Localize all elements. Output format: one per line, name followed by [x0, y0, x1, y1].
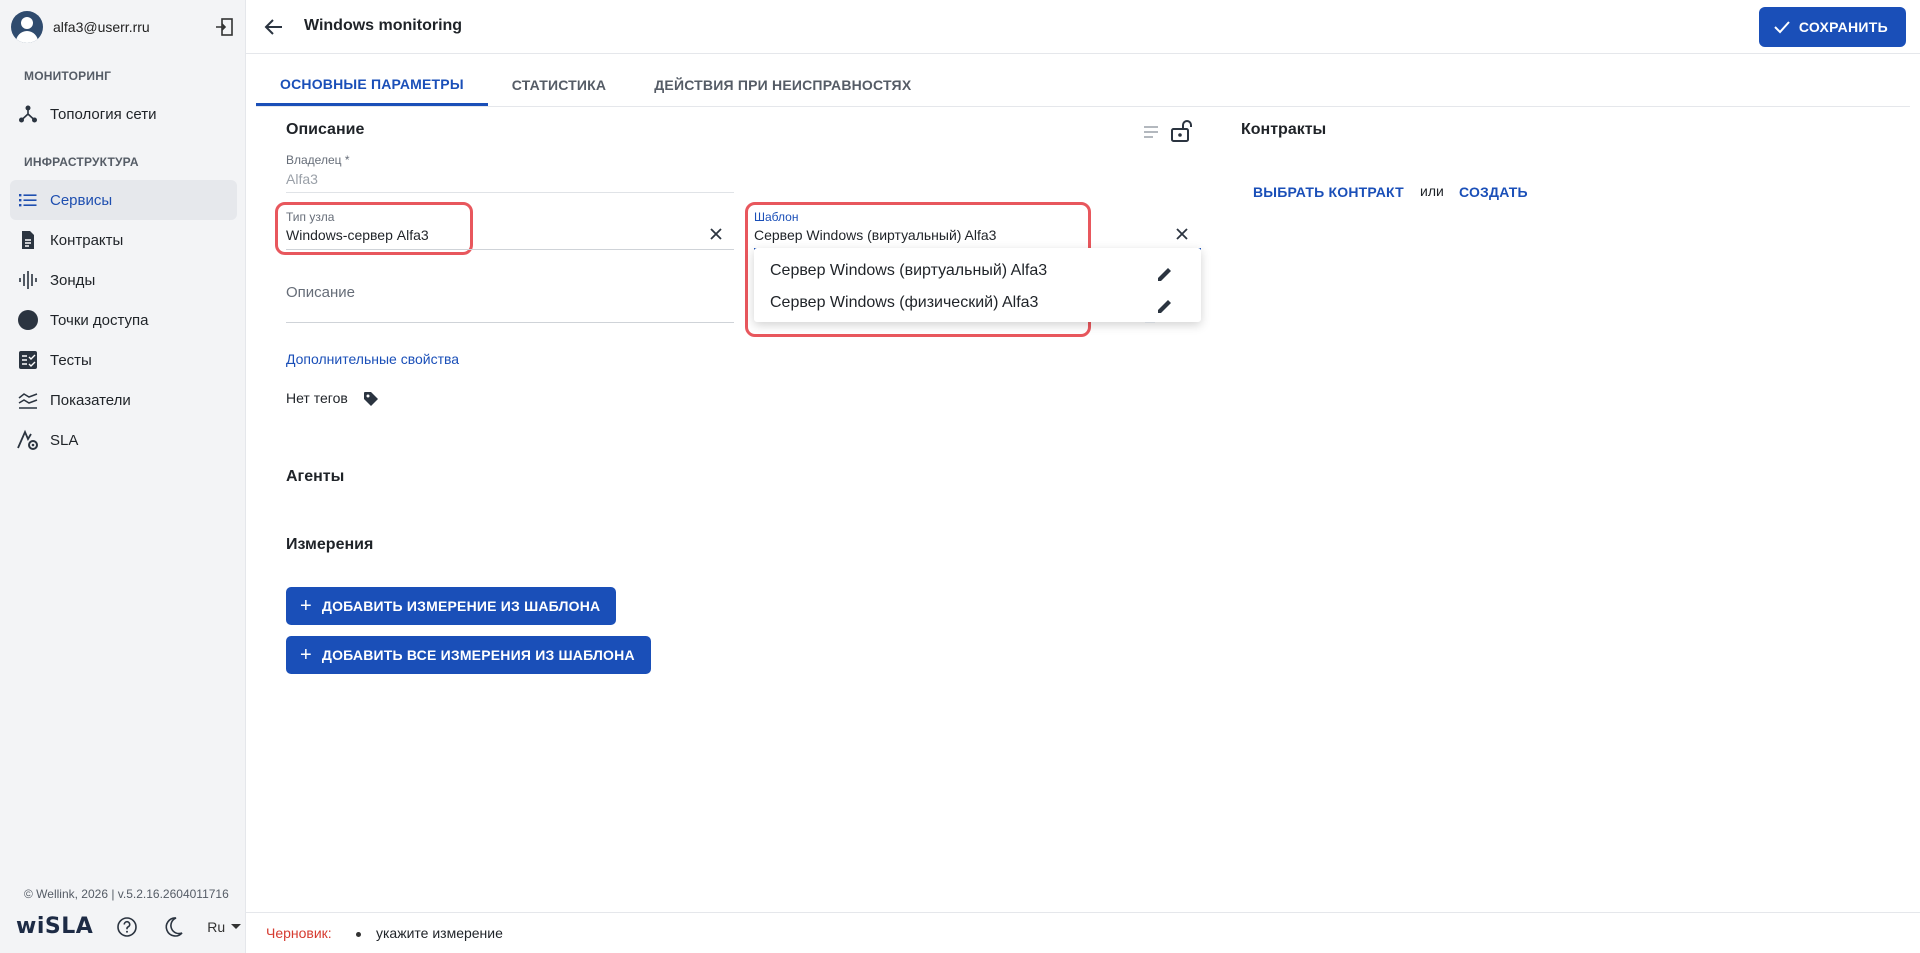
measurements-section-title: Измерения [286, 536, 374, 553]
owner-underline [286, 192, 734, 193]
tab-main-params[interactable]: ОСНОВНЫЕ ПАРАМЕТРЫ [256, 64, 488, 106]
copyright: © Wellink, 2026 | v.5.2.16.2604011716 [24, 887, 229, 901]
sidebar-item-label: Контракты [50, 231, 124, 249]
avatar[interactable] [11, 11, 43, 43]
edit-pencil-icon[interactable] [1153, 294, 1177, 318]
node-type-clear-icon[interactable] [706, 224, 726, 244]
add-all-measurements-label: ДОБАВИТЬ ВСЕ ИЗМЕРЕНИЯ ИЗ ШАБЛОНА [321, 647, 635, 663]
sidebar-item-label: Зонды [50, 271, 96, 289]
description-input[interactable]: Описание [286, 284, 355, 301]
plus-icon: + [300, 644, 312, 666]
sidebar-item-label: Тесты [50, 351, 92, 369]
logout-icon[interactable] [212, 15, 236, 39]
node-type-label: Тип узла [286, 210, 335, 224]
edit-pencil-icon[interactable] [1153, 262, 1177, 286]
owner-label: Владелец * [286, 153, 350, 167]
template-input[interactable]: Сервер Windows (виртуальный) Alfa3 [754, 227, 996, 243]
template-dropdown: Сервер Windows (виртуальный) Alfa3 Серве… [754, 248, 1201, 322]
section-title-monitoring: МОНИТОРИНГ [24, 69, 112, 83]
add-all-measurements-button[interactable]: + ДОБАВИТЬ ВСЕ ИЗМЕРЕНИЯ ИЗ ШАБЛОНА [286, 636, 651, 674]
sidebar-item-label: Топология сети [50, 105, 157, 123]
tabs: ОСНОВНЫЕ ПАРАМЕТРЫ СТАТИСТИКА ДЕЙСТВИЯ П… [256, 64, 935, 106]
sla-icon [16, 428, 40, 452]
sidebar: alfa3@userr.rru МОНИТОРИНГ Топология сет… [0, 0, 246, 953]
owner-value: Alfa3 [286, 171, 318, 187]
unlock-icon[interactable] [1168, 118, 1194, 144]
add-measurement-button[interactable]: + ДОБАВИТЬ ИЗМЕРЕНИЕ ИЗ ШАБЛОНА [286, 587, 617, 625]
description-section-title: Описание [286, 121, 365, 138]
sidebar-item-metrics[interactable]: Показатели [10, 380, 237, 420]
list-icon [16, 188, 40, 212]
sidebar-item-tests[interactable]: Тесты [10, 340, 237, 380]
probe-icon [16, 268, 40, 292]
topology-icon [16, 102, 40, 126]
language-value: Ru [207, 918, 226, 935]
save-label: СОХРАНИТЬ [1798, 19, 1888, 35]
contracts-section-title: Контракты [1241, 121, 1327, 138]
caret-down-icon [231, 924, 242, 929]
user-email: alfa3@userr.rru [53, 19, 150, 35]
moon-icon[interactable] [161, 915, 185, 939]
checklist-icon [16, 348, 40, 372]
no-tags-label: Нет тегов [286, 390, 348, 406]
extra-properties-link[interactable]: Дополнительные свойства [286, 351, 459, 367]
circle-icon [16, 308, 40, 332]
save-button[interactable]: СОХРАНИТЬ [1758, 7, 1906, 47]
plus-icon: + [300, 595, 312, 617]
sidebar-item-label: SLA [50, 431, 79, 449]
section-title-infrastructure: ИНФРАСТРУКТУРА [24, 155, 139, 169]
tabs-divider [256, 106, 1910, 107]
language-select[interactable]: Ru [207, 918, 242, 935]
tab-fault-actions[interactable]: ДЕЙСТВИЯ ПРИ НЕИСПРАВНОСТЯХ [630, 64, 935, 106]
template-option-physical[interactable]: Сервер Windows (физический) Alfa3 [770, 294, 1038, 312]
template-option-virtual[interactable]: Сервер Windows (виртуальный) Alfa3 [770, 262, 1047, 280]
description-underline [286, 322, 734, 323]
add-measurement-label: ДОБАВИТЬ ИЗМЕРЕНИЕ ИЗ ШАБЛОНА [321, 598, 601, 614]
sidebar-item-sla[interactable]: SLA [10, 420, 237, 460]
sidebar-item-probes[interactable]: Зонды [10, 260, 237, 300]
lines-icon[interactable] [1140, 121, 1162, 143]
description-underline-right [1145, 322, 1155, 323]
node-type-underline [286, 249, 734, 250]
sidebar-item-topology[interactable]: Топология сети [10, 94, 237, 134]
sidebar-item-services[interactable]: Сервисы [10, 180, 237, 220]
draft-label: Черновик: [266, 925, 332, 941]
help-icon[interactable] [115, 915, 139, 939]
node-type-input[interactable]: Windows-сервер Alfa3 [286, 227, 429, 243]
back-arrow-icon[interactable] [262, 15, 286, 39]
agents-section-title: Агенты [286, 468, 345, 485]
choose-contract-link[interactable]: ВЫБРАТЬ КОНТРАКТ [1253, 184, 1404, 200]
bottom-tools: wiSLA Ru [16, 914, 242, 939]
template-label: Шаблон [754, 210, 799, 224]
document-icon [16, 228, 40, 252]
page-title: Windows monitoring [304, 17, 463, 34]
create-contract-link[interactable]: СОЗДАТЬ [1459, 184, 1528, 200]
bullet-icon [356, 932, 361, 937]
sidebar-item-label: Показатели [50, 391, 131, 409]
sidebar-item-label: Сервисы [50, 191, 113, 209]
tag-icon[interactable] [363, 391, 381, 409]
sidebar-item-label: Точки доступа [50, 311, 149, 329]
draft-message: укажите измерение [376, 925, 503, 941]
tab-statistics[interactable]: СТАТИСТИКА [488, 64, 631, 106]
check-icon [1773, 18, 1791, 36]
header: Windows monitoring СОХРАНИТЬ [246, 0, 1920, 54]
status-footer: Черновик: укажите измерение [246, 912, 1920, 953]
template-clear-icon[interactable] [1172, 224, 1192, 244]
sidebar-item-access-points[interactable]: Точки доступа [10, 300, 237, 340]
logo: wiSLA [16, 914, 94, 939]
sidebar-item-contracts[interactable]: Контракты [10, 220, 237, 260]
user-row: alfa3@userr.rru [11, 11, 236, 43]
or-label: или [1420, 183, 1444, 199]
metrics-icon [16, 388, 40, 412]
